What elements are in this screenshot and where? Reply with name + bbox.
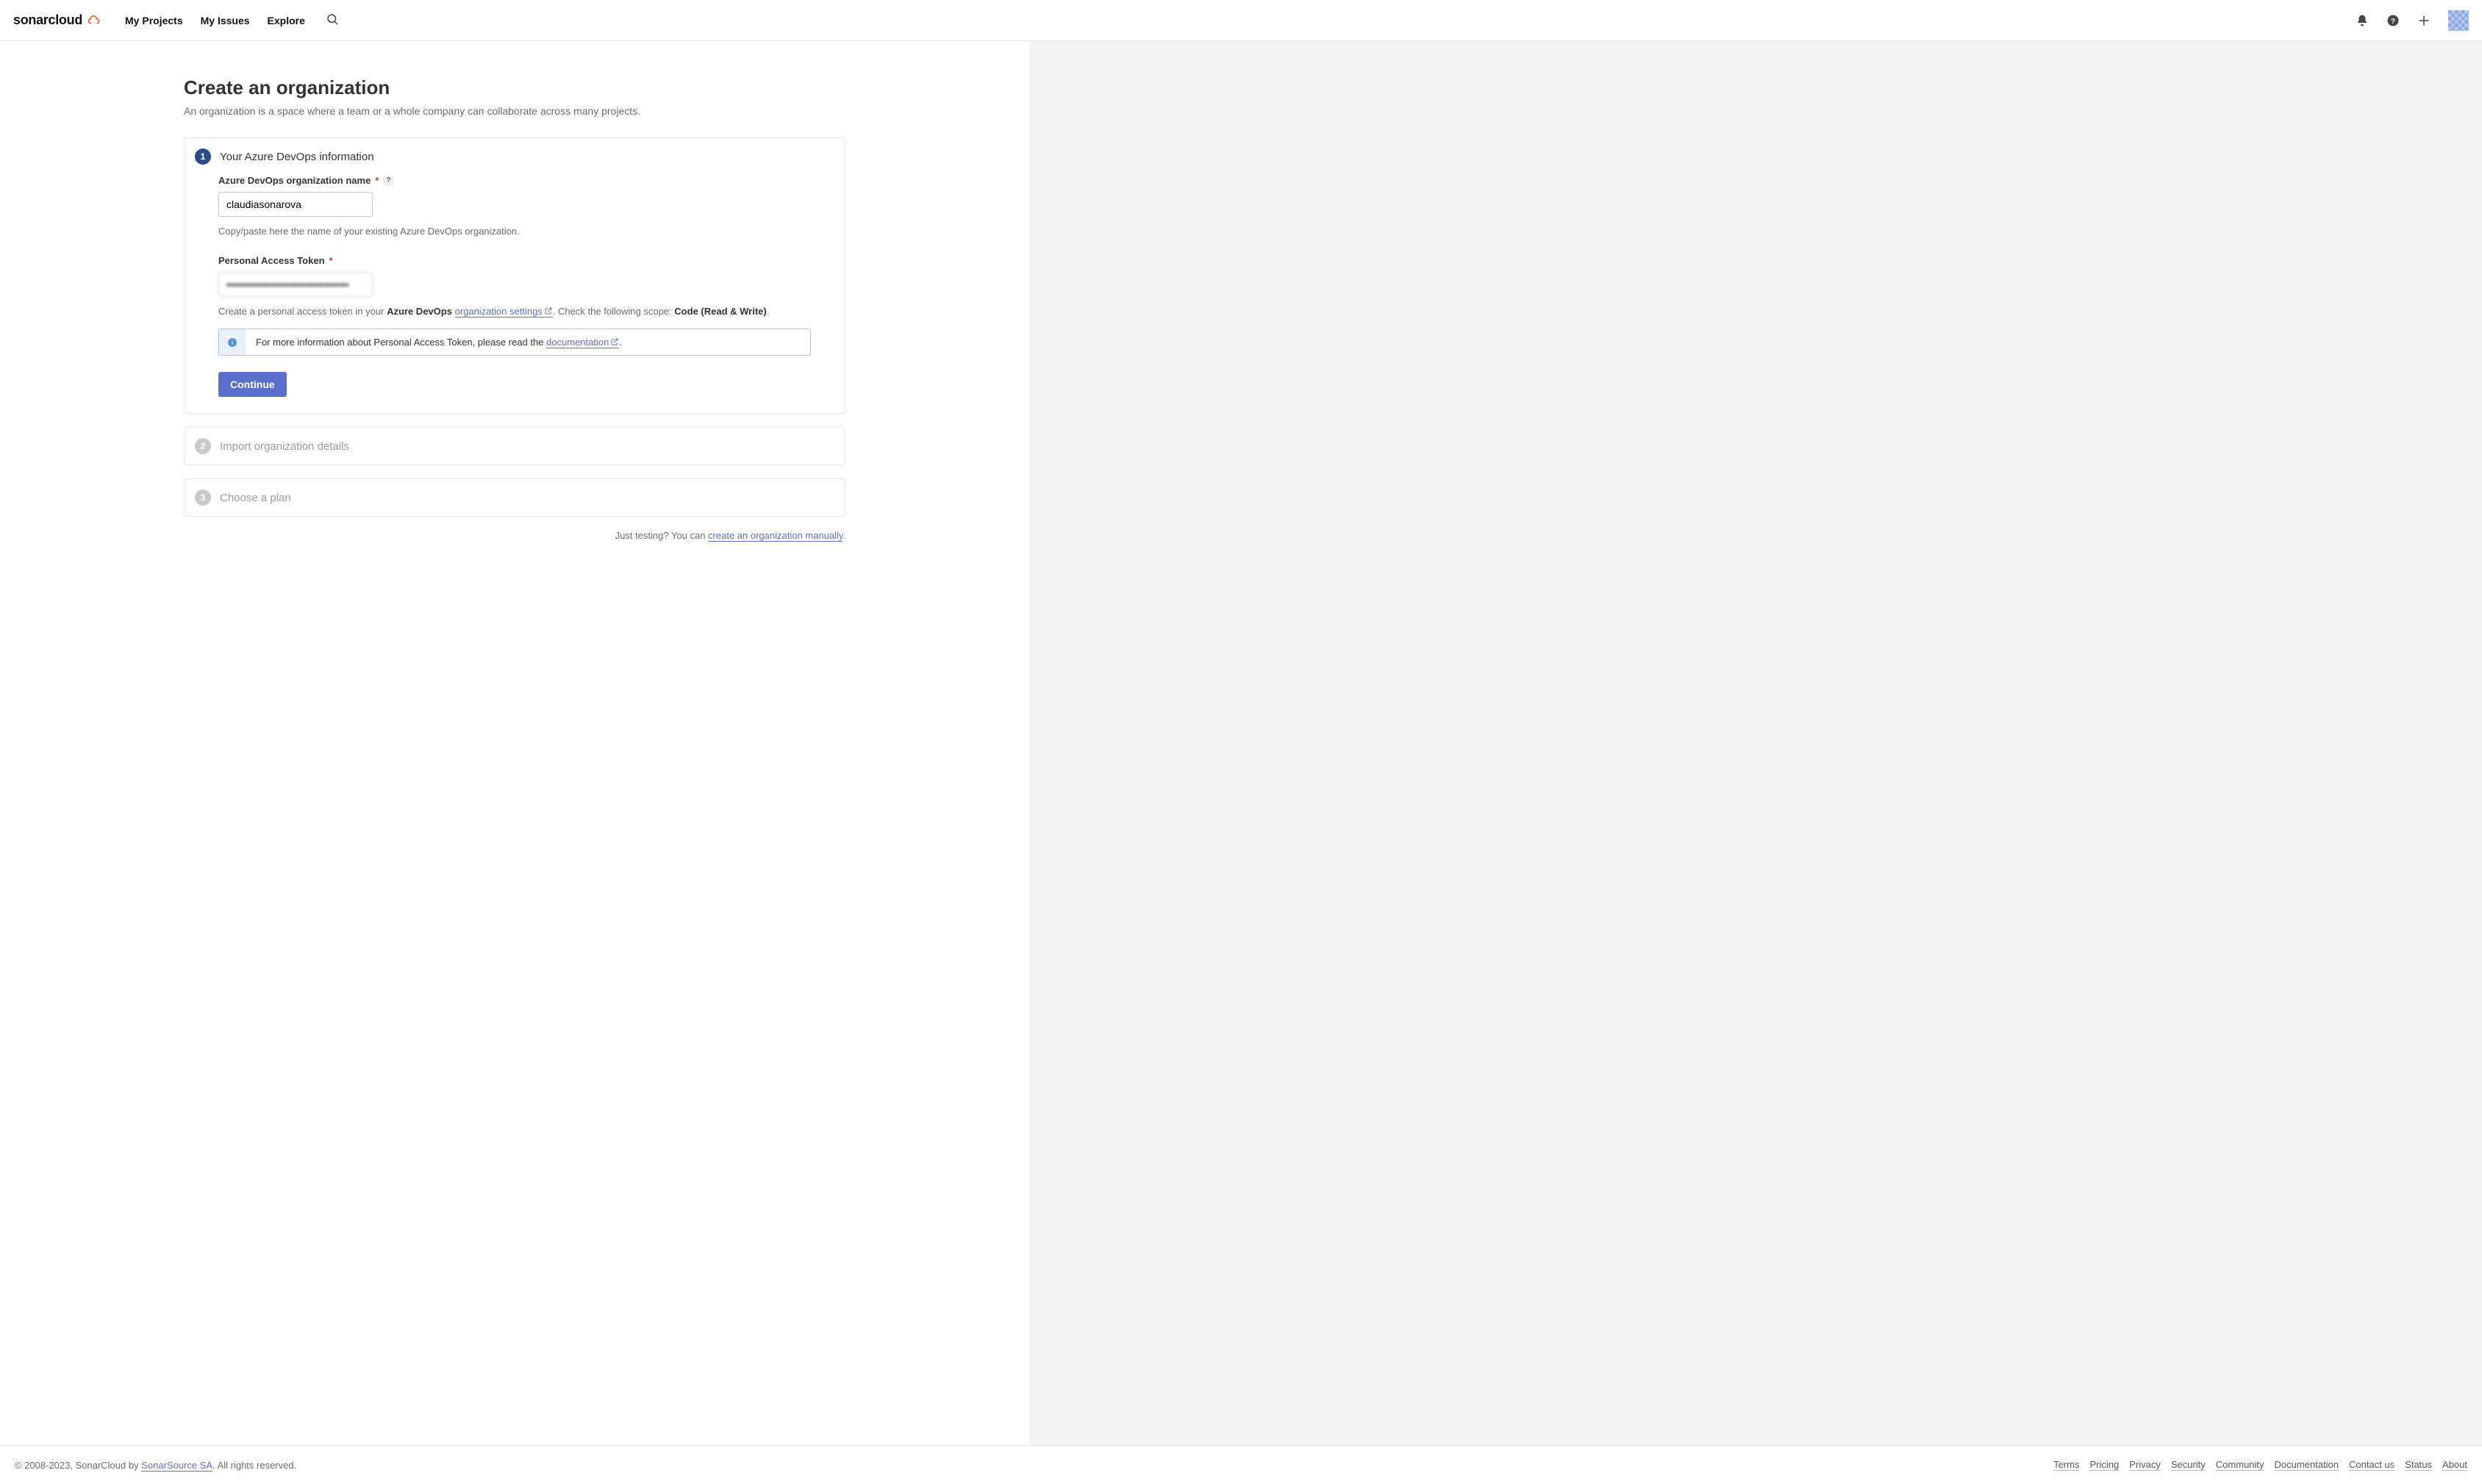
step-2-number: 2 — [195, 438, 211, 454]
continue-button[interactable]: Continue — [218, 372, 287, 397]
documentation-link[interactable]: documentation — [546, 337, 619, 348]
footer-links: Terms Pricing Privacy Security Community… — [2053, 1459, 2467, 1471]
primary-nav: My Projects My Issues Explore — [125, 15, 305, 26]
copyright: © 2008-2023, SonarCloud by SonarSource S… — [15, 1460, 296, 1471]
footer-link-pricing[interactable]: Pricing — [2089, 1459, 2119, 1471]
header-right: ? — [2356, 10, 2469, 31]
footer-link-terms[interactable]: Terms — [2053, 1459, 2079, 1471]
org-name-field: Azure DevOps organization name * ? Copy/… — [218, 175, 811, 239]
main-frame: Create an organization An organization i… — [0, 41, 1029, 1445]
brand-text: sonarcloud — [13, 12, 82, 28]
page-subtitle: An organization is a space where a team … — [184, 105, 845, 117]
org-name-label-text: Azure DevOps organization name — [218, 175, 371, 186]
footer-link-about[interactable]: About — [2442, 1459, 2467, 1471]
nav-my-projects[interactable]: My Projects — [125, 15, 183, 26]
step-3-title: Choose a plan — [220, 492, 291, 504]
global-footer: © 2008-2023, SonarCloud by SonarSource S… — [0, 1445, 2482, 1484]
pat-scope: Code (Read & Write) — [674, 306, 766, 317]
copyright-pre: © 2008-2023, SonarCloud by — [15, 1460, 141, 1471]
alert-pre: For more information about Personal Acce… — [256, 337, 546, 348]
pat-input[interactable] — [218, 272, 373, 297]
global-header: sonarcloud My Projects My Issues Explore… — [0, 0, 2482, 41]
nav-explore[interactable]: Explore — [268, 15, 305, 26]
info-alert: For more information about Personal Acce… — [218, 329, 811, 356]
step-1-body: Azure DevOps organization name * ? Copy/… — [185, 175, 845, 413]
footer-link-documentation[interactable]: Documentation — [2275, 1459, 2339, 1471]
documentation-link-text: documentation — [546, 337, 609, 348]
manual-creation-line: Just testing? You can create an organiza… — [184, 530, 845, 541]
page-title: Create an organization — [184, 76, 845, 99]
footer-link-community[interactable]: Community — [2216, 1459, 2264, 1471]
step-3-header: 3 Choose a plan — [185, 479, 845, 516]
step-2-header: 2 Import organization details — [185, 428, 845, 465]
pat-field: Personal Access Token * Create a persona… — [218, 255, 811, 356]
org-name-label: Azure DevOps organization name * ? — [218, 175, 811, 186]
help-icon[interactable]: ? — [2386, 14, 2400, 27]
org-name-input[interactable] — [218, 192, 373, 217]
org-settings-link[interactable]: organization settings — [455, 306, 553, 318]
nav-my-issues[interactable]: My Issues — [201, 15, 250, 26]
pat-hint-mid: . Check the following scope: — [553, 306, 674, 317]
add-icon[interactable] — [2417, 14, 2431, 27]
org-settings-link-text: organization settings — [455, 306, 543, 317]
required-marker: * — [375, 175, 379, 186]
search-icon[interactable] — [326, 12, 339, 28]
notifications-icon[interactable] — [2356, 14, 2369, 27]
copyright-post: . All rights reserved. — [212, 1460, 296, 1471]
svg-text:?: ? — [2391, 16, 2395, 25]
alert-text: For more information about Personal Acce… — [246, 329, 632, 355]
alert-end: . — [619, 337, 622, 348]
step-3-panel: 3 Choose a plan — [184, 478, 845, 517]
step-1-panel: 1 Your Azure DevOps information Azure De… — [184, 137, 845, 414]
external-link-icon — [544, 307, 553, 315]
step-2-panel: 2 Import organization details — [184, 427, 845, 465]
avatar[interactable] — [2448, 10, 2469, 31]
main-content: Create an organization An organization i… — [184, 41, 845, 570]
pat-hint: Create a personal access token in your A… — [218, 304, 811, 319]
create-manually-link[interactable]: create an organization manually — [708, 530, 843, 542]
pat-hint-bold: Azure DevOps — [387, 306, 454, 317]
pat-label-text: Personal Access Token — [218, 255, 325, 266]
footer-link-privacy[interactable]: Privacy — [2129, 1459, 2161, 1471]
help-icon[interactable]: ? — [383, 176, 393, 186]
step-1-number: 1 — [195, 148, 211, 165]
brand-icon — [87, 11, 101, 29]
info-icon — [219, 329, 246, 355]
footer-link-status[interactable]: Status — [2405, 1459, 2432, 1471]
external-link-icon — [610, 337, 619, 346]
brand-logo[interactable]: sonarcloud — [13, 11, 101, 29]
manual-pre: Just testing? You can — [615, 530, 708, 541]
pat-label: Personal Access Token * — [218, 255, 811, 266]
step-1-header: 1 Your Azure DevOps information — [185, 138, 845, 175]
required-marker: * — [329, 255, 333, 266]
footer-link-contact[interactable]: Contact us — [2349, 1459, 2395, 1471]
footer-link-security[interactable]: Security — [2171, 1459, 2206, 1471]
pat-hint-end: . — [767, 306, 770, 317]
step-2-title: Import organization details — [220, 440, 349, 453]
pat-hint-pre: Create a personal access token in your — [218, 306, 387, 317]
step-3-number: 3 — [195, 490, 211, 506]
org-name-hint: Copy/paste here the name of your existin… — [218, 224, 811, 239]
sonarsource-link[interactable]: SonarSource SA — [141, 1460, 212, 1472]
step-1-title: Your Azure DevOps information — [220, 151, 374, 163]
manual-end: . — [843, 530, 845, 541]
